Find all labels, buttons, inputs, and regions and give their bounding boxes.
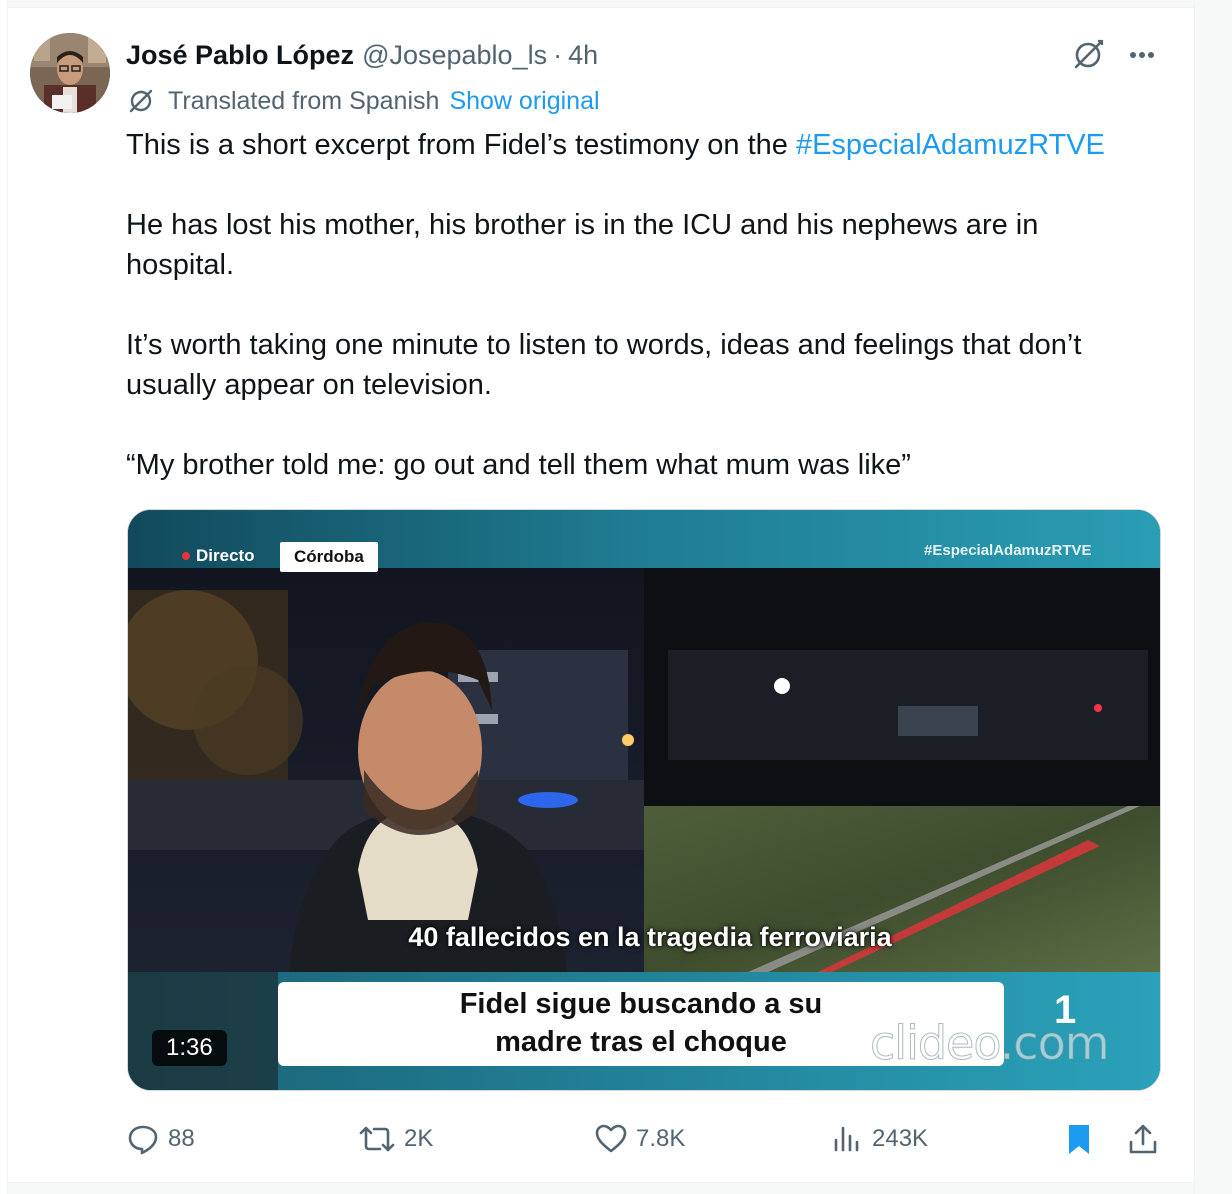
paragraph-1-text: This is a short excerpt from Fidel’s tes… bbox=[126, 129, 796, 161]
views-button[interactable]: 243K bbox=[830, 1115, 928, 1163]
show-original-link[interactable]: Show original bbox=[449, 87, 599, 116]
page-background-top bbox=[8, 0, 1194, 8]
bookmark-icon bbox=[1069, 1125, 1089, 1154]
repost-count: 2K bbox=[404, 1125, 434, 1152]
live-badge-label: Directo bbox=[196, 546, 255, 565]
more-button[interactable] bbox=[1120, 35, 1164, 75]
video-headline: 40 fallecidos en la tragedia ferroviaria bbox=[408, 922, 892, 952]
grok-translate-icon bbox=[126, 86, 156, 116]
reply-icon bbox=[128, 1125, 158, 1155]
more-icon bbox=[1130, 52, 1154, 58]
paragraph-4: “My brother told me: go out and tell the… bbox=[126, 449, 911, 481]
location-badge: Córdoba bbox=[280, 542, 378, 572]
bookmark-button[interactable] bbox=[1062, 1115, 1104, 1163]
page-background-bottom bbox=[8, 1182, 1194, 1194]
repost-icon bbox=[359, 1126, 395, 1152]
like-count: 7.8K bbox=[636, 1125, 686, 1152]
paragraph-2-line-2: hospital. bbox=[126, 249, 235, 281]
page-background-left bbox=[0, 0, 8, 1194]
hashtag-link[interactable]: #EspecialAdamuzRTVE bbox=[796, 129, 1105, 161]
tweet-actions: 88 2K 7.8K 243K bbox=[8, 1115, 1194, 1163]
reply-count: 88 bbox=[168, 1125, 195, 1152]
heart-icon bbox=[595, 1124, 627, 1153]
grok-icon bbox=[1074, 39, 1104, 69]
like-button[interactable]: 7.8K bbox=[594, 1115, 685, 1163]
share-icon bbox=[1129, 1124, 1157, 1154]
translated-label: Translated from Spanish bbox=[168, 86, 440, 115]
video-player[interactable]: Directo Córdoba #EspecialAdamuzRTVE 40 f… bbox=[127, 509, 1161, 1091]
timestamp[interactable]: 4h bbox=[568, 40, 598, 71]
grok-button[interactable] bbox=[1066, 35, 1110, 75]
translation-notice: Translated from Spanish Show original bbox=[126, 83, 600, 119]
tweet-header: José Pablo López @Josepablo_ls · 4h bbox=[126, 35, 598, 75]
view-count: 243K bbox=[872, 1125, 929, 1152]
repost-button[interactable]: 2K bbox=[358, 1115, 433, 1163]
video-watermark: clideo.com bbox=[870, 1016, 1111, 1071]
paragraph-2-line-1: He has lost his mother, his brother is i… bbox=[126, 209, 1039, 241]
reply-button[interactable]: 88 bbox=[126, 1115, 195, 1163]
page-background-right bbox=[1194, 0, 1232, 1194]
live-dot-icon bbox=[182, 552, 190, 560]
tweet-text: This is a short excerpt from Fidel’s tes… bbox=[126, 125, 1176, 485]
tweet[interactable]: José Pablo López @Josepablo_ls · 4h Tran… bbox=[8, 9, 1194, 1182]
video-duration: 1:36 bbox=[152, 1030, 227, 1066]
display-name[interactable]: José Pablo López bbox=[126, 40, 354, 71]
live-badge: Directo bbox=[174, 542, 265, 570]
user-handle[interactable]: @Josepablo_ls bbox=[362, 40, 547, 71]
share-button[interactable] bbox=[1126, 1115, 1168, 1163]
avatar[interactable] bbox=[30, 33, 110, 113]
paragraph-3-line-2: usually appear on television. bbox=[126, 369, 492, 401]
analytics-icon bbox=[834, 1126, 859, 1152]
paragraph-1: This is a short excerpt from Fidel’s tes… bbox=[126, 125, 1176, 165]
separator-dot: · bbox=[553, 39, 563, 70]
paragraph-3-line-1: It’s worth taking one minute to listen t… bbox=[126, 329, 1082, 361]
video-hashtag-overlay: #EspecialAdamuzRTVE bbox=[924, 542, 1092, 559]
